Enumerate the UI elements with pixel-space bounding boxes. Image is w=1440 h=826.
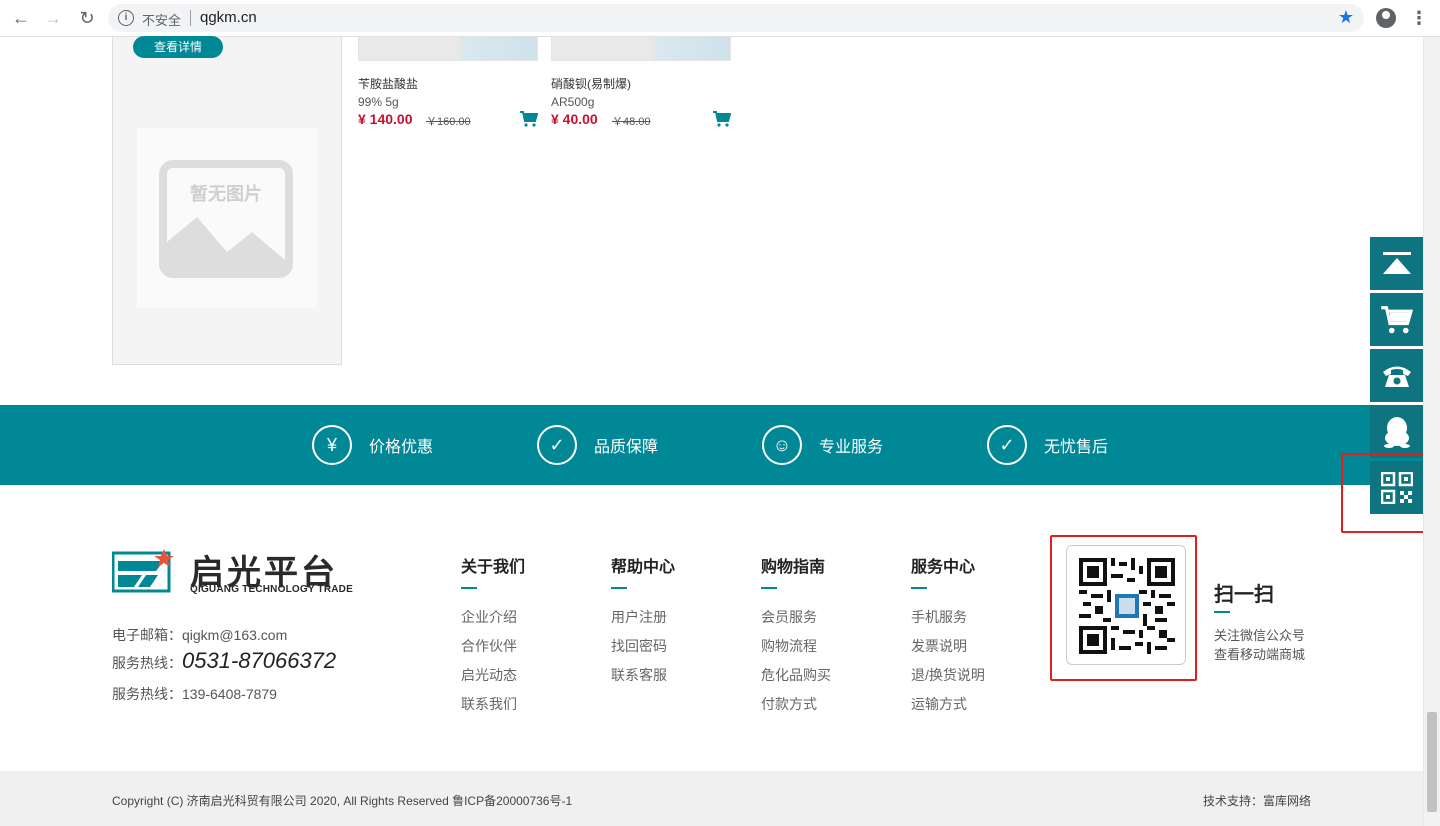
mountain-icon <box>167 217 285 270</box>
url-text[interactable]: qgkm.cn <box>200 9 257 26</box>
reload-icon[interactable]: ↻ <box>74 6 100 30</box>
contact-hotline-mobile: 服务热线：139-6408-7879 <box>112 686 277 702</box>
product-name[interactable]: 苄胺盐酸盐 <box>358 75 418 92</box>
scan-title: 扫一扫 <box>1214 584 1274 606</box>
column-accent-bar <box>611 587 627 589</box>
menu-icon[interactable]: ⋮ <box>1410 6 1428 30</box>
product-spec: AR500g <box>551 95 595 109</box>
no-image-placeholder: 暂无图片 <box>137 128 317 308</box>
copyright-text: Copyright (C) 济南启光科贸有限公司 2020, All Right… <box>112 794 573 808</box>
footer-link[interactable]: 联系客服 <box>611 665 667 685</box>
back-to-top-button[interactable] <box>1370 237 1423 290</box>
product-name[interactable]: 硝酸钡(易制爆) <box>551 75 631 92</box>
feature-band: ¥ 价格优惠 ✓ 品质保障 ☺ 专业服务 ✓ 无忧售后 <box>0 405 1423 485</box>
product-price: ¥ 140.00 <box>358 111 413 127</box>
logo-icon[interactable] <box>112 547 182 593</box>
footer-column-title: 帮助中心 <box>611 559 676 576</box>
address-bar[interactable]: i 不安全 qgkm.cn ★ <box>108 4 1364 32</box>
yen-icon: ¥ <box>312 425 352 465</box>
hotline-label: 服务热线： <box>112 655 182 671</box>
footer-link[interactable]: 用户注册 <box>611 607 667 627</box>
feature-label: 品质保障 <box>594 439 659 456</box>
scrollbar-thumb[interactable] <box>1427 712 1437 812</box>
feature-label: 专业服务 <box>819 439 884 456</box>
product-image[interactable] <box>358 37 538 61</box>
arrow-up-icon <box>1382 251 1411 274</box>
user-check-icon: ☺ <box>762 425 802 465</box>
product-image[interactable] <box>551 37 731 61</box>
footer-link[interactable]: 购物流程 <box>761 636 817 656</box>
footer-link[interactable]: 运输方式 <box>911 694 967 714</box>
footer-column-title: 购物指南 <box>761 559 826 576</box>
feature-service: ☺ 专业服务 <box>762 425 883 465</box>
info-icon[interactable]: i <box>118 10 134 26</box>
phone-button[interactable] <box>1370 349 1423 402</box>
no-image-text: 暂无图片 <box>190 184 262 204</box>
footer-link[interactable]: 联系我们 <box>461 694 517 714</box>
page-scrollbar[interactable] <box>1423 37 1440 826</box>
footer-link[interactable]: 退/换货说明 <box>911 665 985 685</box>
qr-highlight-box <box>1050 535 1197 681</box>
scan-text: 关注微信公众号 <box>1214 628 1306 643</box>
qq-chat-button[interactable] <box>1370 405 1423 458</box>
scan-accent-bar <box>1214 611 1230 613</box>
footer-link[interactable]: 合作伙伴 <box>461 636 517 656</box>
footer-link[interactable]: 会员服务 <box>761 607 817 627</box>
cart-icon <box>1380 305 1413 333</box>
column-accent-bar <box>461 587 477 589</box>
feature-label: 价格优惠 <box>369 439 434 456</box>
logo-subtitle: QIGUANG TECHNOLOGY TRADE <box>190 584 353 595</box>
footer-link[interactable]: 手机服务 <box>911 607 967 627</box>
product-old-price: ￥160.00 <box>426 116 471 128</box>
footer-link[interactable]: 启光动态 <box>461 665 517 685</box>
tech-support-link[interactable]: 技术支持：富库网络 <box>1203 792 1311 809</box>
omnibox-divider <box>190 10 191 26</box>
hotline-number: 0531-87066372 <box>182 648 337 673</box>
product-old-price: ￥48.00 <box>612 116 651 128</box>
profile-icon[interactable] <box>1376 8 1396 28</box>
phone-icon <box>1382 366 1411 387</box>
footer-column-title: 服务中心 <box>911 559 976 576</box>
feature-label: 无忧售后 <box>1044 439 1109 456</box>
footer-link[interactable]: 危化品购买 <box>761 665 831 685</box>
footer-column-title: 关于我们 <box>461 559 526 576</box>
footer-link[interactable]: 企业介绍 <box>461 607 517 627</box>
scan-text: 查看移动端商城 <box>1214 647 1306 662</box>
footer-link[interactable]: 找回密码 <box>611 636 667 656</box>
back-icon[interactable]: ← <box>8 6 34 30</box>
column-accent-bar <box>761 587 777 589</box>
cart-button[interactable] <box>1370 293 1423 346</box>
contact-email: 电子邮箱：qigkm@163.com <box>112 627 288 643</box>
add-to-cart-icon[interactable] <box>713 111 731 127</box>
column-accent-bar <box>911 587 927 589</box>
footer-link[interactable]: 付款方式 <box>761 694 817 714</box>
browser-toolbar: ← → ↻ i 不安全 qgkm.cn ★ ⋮ <box>0 0 1440 37</box>
shield-check-icon: ✓ <box>537 425 577 465</box>
forward-icon[interactable]: → <box>40 6 66 30</box>
product-price: ¥ 40.00 <box>551 111 598 127</box>
bookmark-star-icon[interactable]: ★ <box>1338 7 1354 28</box>
shield-check-icon: ✓ <box>987 425 1027 465</box>
feature-aftersale: ✓ 无忧售后 <box>987 425 1108 465</box>
add-to-cart-icon[interactable] <box>520 111 538 127</box>
view-details-button[interactable]: 查看详情 <box>133 36 223 58</box>
contact-hotline: 服务热线：0531-87066372 <box>112 648 336 674</box>
product-spec: 99% 5g <box>358 95 399 109</box>
feature-price: ¥ 价格优惠 <box>312 425 433 465</box>
insecure-label: 不安全 <box>142 13 182 28</box>
placeholder-frame: 暂无图片 <box>159 160 293 278</box>
feature-quality: ✓ 品质保障 <box>537 425 658 465</box>
qq-penguin-icon <box>1383 416 1410 448</box>
footer-link[interactable]: 发票说明 <box>911 636 967 656</box>
